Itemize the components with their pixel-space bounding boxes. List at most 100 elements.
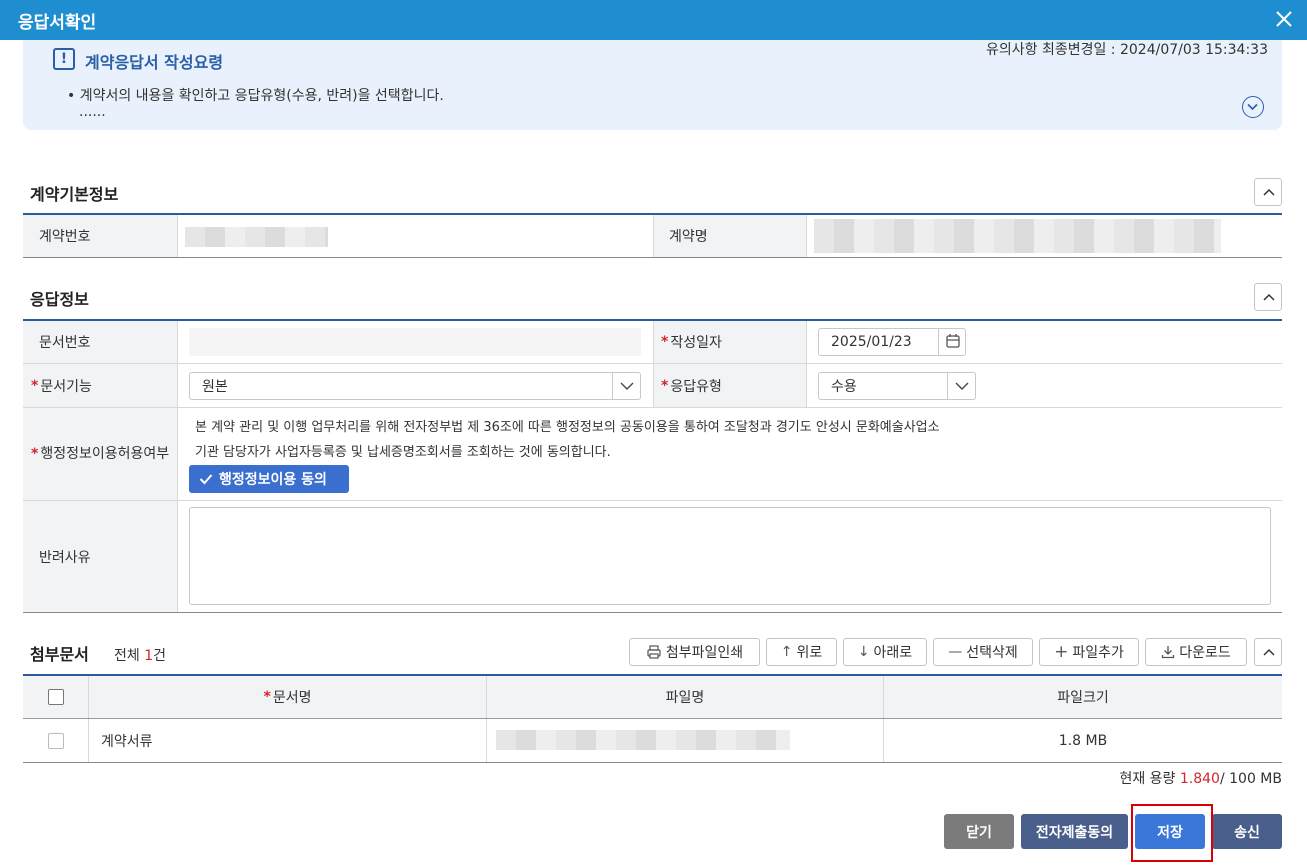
column-header-doc-name: * 문서명 [89,676,486,718]
chevron-down-icon [1247,103,1258,111]
calendar-button[interactable] [939,329,967,355]
contract-name-value-redacted [814,219,1221,253]
column-header-file-size: 파일크기 [884,676,1282,718]
section-bottom-line [23,612,1282,613]
notice-bullet: • 계약서의 내용을 확인하고 응답유형(수용, 반려)을 선택합니다. [67,88,444,104]
attachments-total-count: 1 [144,648,154,664]
print-attachment-button[interactable]: 첨부파일인쇄 [629,638,760,666]
plus-icon: + [1054,642,1069,662]
select-all-checkbox[interactable] [47,689,64,705]
divider [177,215,178,257]
calendar-icon [946,334,960,348]
save-highlight-box [1131,804,1213,862]
attachments-total-prefix: 전체 [114,648,140,664]
contract-no-value-redacted [185,227,328,247]
file-name-redacted [496,730,790,750]
move-up-label: 위로 [796,645,823,661]
minus-icon: — [948,644,963,660]
admin-info-agree-label: 행정정보이용 동의 [219,472,327,488]
reject-reason-textarea[interactable] [189,507,1271,605]
doc-function-select[interactable]: 원본 [189,372,641,400]
chevron-up-icon [1263,188,1275,196]
close-button[interactable]: 닫기 [944,814,1014,849]
response-type-select[interactable]: 수용 [818,372,976,400]
notice-panel: ! 계약응답서 작성요령 유의사항 최종변경일 : 2024/07/03 15:… [23,40,1282,130]
dialog-title: 응답서확인 [18,13,97,33]
row-file-size: 1.8 MB [1058,733,1108,749]
collapse-attachments-button[interactable] [1254,638,1282,666]
print-attachment-label: 첨부파일인쇄 [665,645,744,661]
download-button[interactable]: 다운로드 [1145,638,1247,666]
column-file-name-label: 파일명 [665,690,705,706]
response-type-label-text: 응답유형 [670,378,722,395]
written-date-value: 2025/01/23 [831,334,912,350]
divider [177,364,178,407]
move-down-button[interactable]: ↓ 아래로 [843,638,927,666]
section-bottom-line [23,257,1282,258]
section-title-response-info: 응답정보 [30,290,89,309]
delete-selected-button[interactable]: — 선택삭제 [933,638,1033,666]
capacity-used: 1.840 [1179,771,1220,787]
doc-no-field [189,328,641,356]
doc-function-value: 원본 [202,379,228,395]
expand-notice-button[interactable] [1242,96,1264,118]
response-type-value: 수용 [831,379,857,395]
column-file-size-label: 파일크기 [1057,690,1109,706]
close-icon[interactable] [1271,6,1297,32]
alert-icon: ! [53,48,75,70]
admin-info-agree-button[interactable]: 행정정보이용 동의 [189,465,349,493]
divider [88,676,89,762]
divider [486,676,487,762]
admin-info-consent-text-2: 기관 담당자가 사업자등록증 및 납세증명조회서를 조회하는 것에 동의합니다. [195,445,611,460]
reject-reason-label-text: 반려사유 [39,549,91,566]
chevron-up-icon [1263,648,1275,656]
notice-ellipsis: ...... [79,104,106,120]
add-file-button[interactable]: + 파일추가 [1039,638,1139,666]
admin-info-label: * 행정정보이용허용여부 [23,408,177,500]
printer-icon [647,645,661,659]
add-file-label: 파일추가 [1072,645,1124,661]
dialog-titlebar: 응답서확인 [0,0,1307,40]
written-date-label-text: 작성일자 [670,335,722,351]
chevron-down-icon [620,382,634,390]
collapse-basic-info-button[interactable] [1254,178,1282,206]
delete-selected-label: 선택삭제 [966,645,1018,661]
arrow-up-icon: ↑ [780,644,793,660]
download-icon [1162,646,1175,659]
column-header-file-name: 파일명 [487,676,883,718]
doc-no-label: 문서번호 [23,321,177,363]
contract-name-label: 계약명 [653,215,806,257]
row-line [23,500,1282,501]
attachments-total: 전체 1건 [114,645,166,665]
row-doc-name: 계약서류 [101,734,153,750]
send-button[interactable]: 송신 [1212,814,1282,849]
e-submit-agree-button[interactable]: 전자제출동의 [1021,814,1128,849]
capacity-total: / 100 MB [1219,771,1282,787]
collapse-response-info-button[interactable] [1254,283,1282,311]
capacity-indicator: 현재 용량 1.840/ 100 MB [1119,768,1282,788]
written-date-input[interactable]: 2025/01/23 [818,328,966,356]
row-line [23,407,1282,408]
divider [177,501,178,612]
contract-no-label-text: 계약번호 [39,229,91,245]
move-up-button[interactable]: ↑ 위로 [766,638,837,666]
select-all-header [23,676,88,718]
download-label: 다운로드 [1179,645,1231,661]
divider [653,321,654,363]
notice-updated-date: 유의사항 최종변경일 : 2024/07/03 15:34:33 [985,42,1268,58]
written-date-label: * 작성일자 [653,321,806,363]
chevron-up-icon [1263,293,1275,301]
attachments-total-suffix: 건 [153,648,167,664]
divider [653,364,654,407]
capacity-prefix: 현재 용량 [1119,771,1176,787]
table-bottom-line [23,762,1282,763]
check-icon [199,474,213,485]
divider [177,321,178,363]
contract-name-label-text: 계약명 [669,229,708,245]
section-title-attachments: 첨부문서 [30,645,89,664]
divider [806,321,807,363]
move-down-label: 아래로 [873,645,913,661]
doc-no-label-text: 문서번호 [39,335,91,351]
row-checkbox[interactable] [48,733,64,749]
divider [177,408,178,500]
